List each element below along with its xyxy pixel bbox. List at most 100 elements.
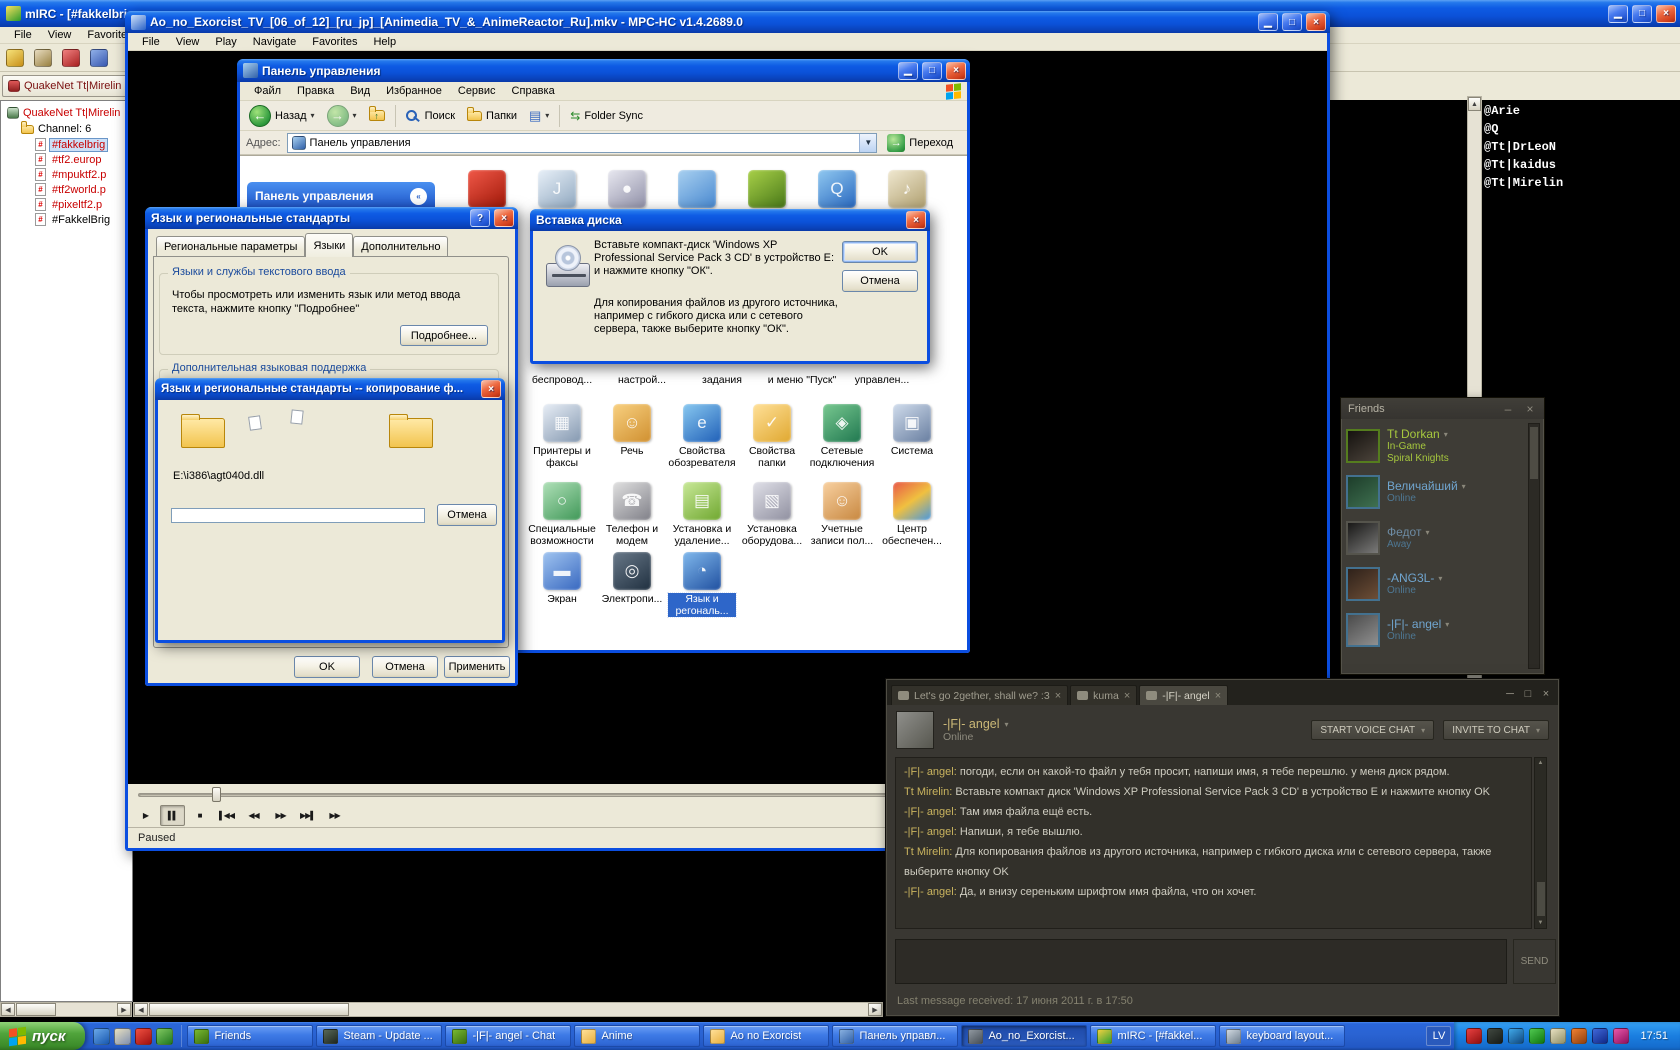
tray-steam-icon[interactable] — [1487, 1028, 1504, 1044]
address-input[interactable]: Панель управления ▼ — [286, 132, 878, 153]
scroll-left-icon[interactable]: ◀ — [1, 1003, 15, 1016]
control-panel-item[interactable]: ◔ Язык и регональ... — [667, 552, 737, 618]
close-button[interactable]: × — [1656, 4, 1676, 23]
mpc-titlebar[interactable]: Ao_no_Exorcist_TV_[06_of_12]_[ru_jp]_[An… — [125, 11, 1330, 33]
taskbar-button[interactable]: Friends — [187, 1025, 314, 1047]
friend-row[interactable]: Tt Dorkan ▾ In-Game Spiral Knights — [1346, 423, 1526, 469]
search-button[interactable]: Поиск — [401, 108, 460, 124]
sidebar-channel-item[interactable]: # #pixeltf2.p — [1, 197, 132, 212]
taskbar-button[interactable]: Ao_no_Exorcist... — [961, 1025, 1088, 1047]
media-player-icon[interactable] — [156, 1027, 174, 1045]
taskbar-button[interactable]: mIRC - [#fakkel... — [1090, 1025, 1217, 1047]
chat-friend-name[interactable]: -|F|- angel ▾ — [943, 717, 1009, 731]
close-button[interactable]: × — [1306, 13, 1326, 31]
nicklist-user[interactable]: @Tt|kaidus — [1484, 156, 1604, 174]
scroll-right-icon[interactable]: ▶ — [868, 1003, 882, 1016]
menu-item[interactable]: File — [134, 34, 168, 50]
tree-folder-item[interactable]: Channel: 6 — [1, 121, 132, 137]
scroll-left-icon[interactable]: ◀ — [134, 1003, 148, 1016]
friend-row[interactable]: -ANG3L- ▾ Online — [1346, 561, 1526, 607]
mirc-treeview[interactable]: QuakeNet Tt|Mirelin Channel: 6 # #fakkel… — [0, 100, 133, 1002]
tray-antivirus-icon[interactable] — [1466, 1028, 1483, 1044]
options-icon[interactable] — [34, 48, 52, 67]
maximize-button[interactable]: □ — [922, 61, 942, 80]
sidebar-channel-item[interactable]: # #mpuktf2.p — [1, 167, 132, 182]
stop-icon[interactable]: ■ — [187, 805, 212, 826]
scroll-right-icon[interactable]: ▶ — [117, 1003, 131, 1016]
ok-button[interactable]: OK — [294, 656, 360, 678]
close-icon[interactable]: × — [1538, 688, 1554, 700]
tray-misc-icon[interactable] — [1613, 1028, 1630, 1044]
maximize-button[interactable]: □ — [1632, 4, 1652, 23]
help-button[interactable]: ? — [470, 209, 490, 227]
close-button[interactable]: × — [906, 211, 926, 229]
tab-close-icon[interactable]: × — [1215, 690, 1221, 702]
cancel-button[interactable]: Отмена — [842, 270, 918, 292]
start-button[interactable]: пуск — [0, 1022, 86, 1050]
apply-button[interactable]: Применить — [444, 656, 510, 678]
minimize-button[interactable]: ▁ — [1258, 13, 1278, 31]
favorites-icon[interactable] — [62, 48, 80, 67]
sidebar-channel-item[interactable]: # #tf2world.p — [1, 182, 132, 197]
language-indicator[interactable]: LV — [1426, 1026, 1452, 1046]
control-panel-item[interactable]: ☺ Учетные записи пол... — [808, 482, 876, 547]
friend-row[interactable]: Федот ▾ Away — [1346, 515, 1526, 561]
invite-to-chat-button[interactable]: INVITE TO CHAT ▾ — [1443, 720, 1549, 740]
control-panel-item[interactable]: ✓ Свойства папки — [738, 404, 806, 469]
dialog-tab[interactable]: Региональные параметры — [156, 236, 306, 256]
scroll-up-icon[interactable]: ▲ — [1468, 97, 1481, 111]
close-button[interactable]: × — [481, 380, 501, 398]
nvidia-icon[interactable] — [748, 170, 786, 208]
menu-item[interactable]: File — [6, 27, 40, 43]
maximize-button[interactable]: □ — [1282, 13, 1302, 31]
menu-item[interactable]: Favorites — [304, 34, 365, 50]
control-panel-item-label[interactable]: настрой... — [602, 374, 682, 386]
chat-tab[interactable]: kuma × — [1070, 685, 1138, 705]
tree-horizontal-scrollbar[interactable]: ◀ ▶ — [0, 1002, 132, 1017]
cancel-button[interactable]: Отмена — [372, 656, 438, 678]
nicklist-user[interactable]: @Tt|Mirelin — [1484, 174, 1604, 192]
tab-close-icon[interactable]: × — [1124, 690, 1130, 702]
skip-back-icon[interactable]: ▌◀◀ — [214, 805, 239, 826]
connect-icon[interactable] — [6, 48, 24, 67]
friend-row[interactable]: Величайший ▾ Online — [1346, 469, 1526, 515]
chat-tab[interactable]: Let's go 2gether, shall we? :3 × — [891, 685, 1069, 705]
friend-name[interactable]: Федот ▾ — [1387, 525, 1429, 539]
menu-item[interactable]: Справка — [504, 83, 563, 99]
details-button[interactable]: Подробнее... — [400, 325, 488, 346]
friend-row[interactable]: -|F|- angel ▾ Online — [1346, 607, 1526, 653]
seek-thumb[interactable] — [212, 787, 221, 802]
mirc-horizontal-scrollbar[interactable]: ◀ ▶ — [133, 1002, 883, 1017]
folder-sync-button[interactable]: ⇆ Folder Sync — [565, 107, 648, 125]
control-panel-item-label[interactable]: беспровод... — [522, 374, 602, 386]
menu-item[interactable]: Правка — [289, 83, 342, 99]
minimize-icon[interactable]: ─ — [1502, 688, 1518, 700]
mirc-nicklist[interactable]: @Arie @Q @Tt|DrLeoN @Tt|kaidus @Tt|Mirel… — [1484, 102, 1604, 192]
control-panel-item[interactable]: ▦ Принтеры и факсы — [528, 404, 596, 469]
nicklist-user[interactable]: @Tt|DrLeoN — [1484, 138, 1604, 156]
taskbar-button[interactable]: Ao no Exorcist — [703, 1025, 830, 1047]
chevron-up-icon[interactable]: « — [410, 187, 427, 205]
tab-close-icon[interactable]: × — [1055, 690, 1061, 702]
tray-update-icon[interactable] — [1529, 1028, 1546, 1044]
scrollbar-thumb[interactable] — [16, 1003, 56, 1016]
channels-list-icon[interactable] — [90, 48, 108, 67]
rewind-icon[interactable]: ◀◀ — [241, 805, 266, 826]
control-panel-titlebar[interactable]: Панель управления ▁ □ × — [237, 59, 970, 82]
taskbar-button[interactable]: Steam - Update ... — [316, 1025, 443, 1047]
menu-item[interactable]: Help — [365, 34, 404, 50]
dialog-titlebar[interactable]: Язык и региональные стандарты -- копиров… — [155, 378, 505, 400]
play-icon[interactable]: ▶ — [133, 805, 158, 826]
menu-item[interactable]: View — [40, 27, 80, 43]
step-icon[interactable]: ▶▶ — [322, 805, 347, 826]
address-dropdown-button[interactable]: ▼ — [859, 133, 877, 152]
forward-button[interactable]: → ▾ — [322, 103, 362, 129]
dialog-titlebar[interactable]: Язык и региональные стандарты ? × — [145, 207, 518, 229]
menu-item[interactable]: Сервис — [450, 83, 504, 99]
friend-name[interactable]: Величайший ▾ — [1387, 479, 1466, 493]
scroll-up-icon[interactable]: ▲ — [1535, 760, 1546, 766]
silver-sphere-icon[interactable]: ● — [608, 170, 646, 208]
minimize-button[interactable]: ▁ — [898, 61, 918, 80]
control-panel-item[interactable]: ▤ Установка и удаление... — [668, 482, 736, 547]
taskbar-button[interactable]: Anime — [574, 1025, 701, 1047]
